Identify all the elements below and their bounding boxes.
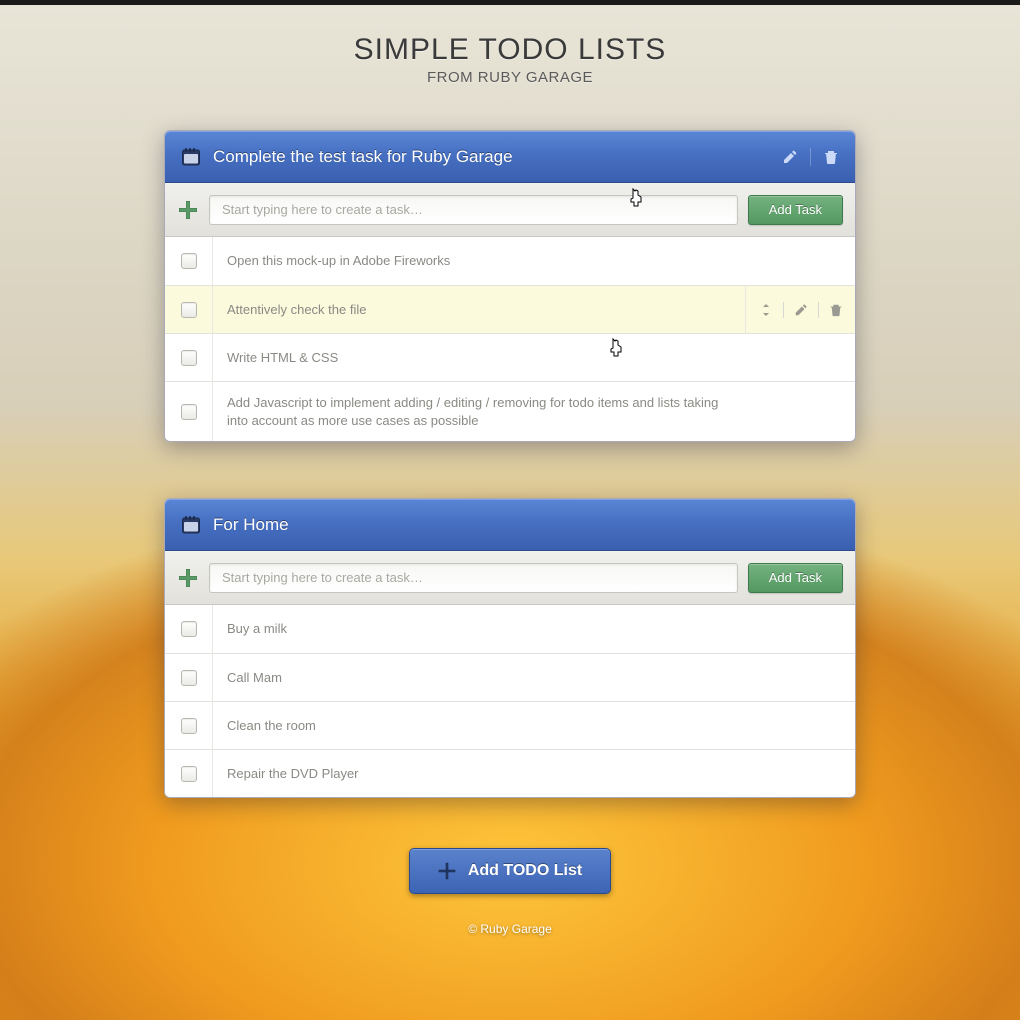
tasks-container: Open this mock-up in Adobe FireworksAtte… [165, 237, 855, 441]
task-row[interactable]: Attentively check the file [165, 285, 855, 333]
task-checkbox[interactable] [181, 350, 197, 366]
add-task-row: Add Task [165, 183, 855, 237]
checkbox-column [165, 334, 213, 381]
new-task-input[interactable] [209, 563, 738, 593]
page: SIMPLE TODO LISTS FROM RUBY GARAGE Compl… [0, 5, 1020, 936]
list-title: For Home [213, 515, 839, 535]
task-checkbox[interactable] [181, 718, 197, 734]
add-task-row: Add Task [165, 551, 855, 605]
checkbox-column [165, 382, 213, 441]
task-text: Call Mam [213, 654, 745, 701]
checkbox-column [165, 286, 213, 333]
todo-list-card: Complete the test task for Ruby Garage Ad… [164, 130, 856, 442]
checkbox-column [165, 237, 213, 285]
task-row[interactable]: Clean the room [165, 701, 855, 749]
add-task-button[interactable]: Add Task [748, 195, 843, 225]
add-todo-list-button[interactable]: Add TODO List [409, 848, 611, 894]
separator [818, 302, 819, 318]
task-row[interactable]: Buy a milk [165, 605, 855, 653]
task-text: Write HTML & CSS [213, 334, 745, 381]
checkbox-column [165, 654, 213, 701]
calendar-icon [181, 515, 201, 535]
task-checkbox[interactable] [181, 404, 197, 420]
task-checkbox[interactable] [181, 253, 197, 269]
page-title: SIMPLE TODO LISTS [0, 33, 1020, 67]
tasks-container: Buy a milkCall MamClean the roomRepair t… [165, 605, 855, 797]
task-actions [745, 286, 855, 333]
task-row[interactable]: Repair the DVD Player [165, 749, 855, 797]
task-checkbox[interactable] [181, 766, 197, 782]
footer-text: © Ruby Garage [0, 922, 1020, 936]
task-row[interactable]: Call Mam [165, 653, 855, 701]
task-text: Open this mock-up in Adobe Fireworks [213, 237, 745, 285]
new-task-input[interactable] [209, 195, 738, 225]
pencil-icon[interactable] [794, 303, 808, 317]
list-header-actions [782, 148, 839, 166]
task-row[interactable]: Open this mock-up in Adobe Fireworks [165, 237, 855, 285]
plus-icon[interactable] [177, 567, 199, 589]
task-row[interactable]: Write HTML & CSS [165, 333, 855, 381]
separator [783, 302, 784, 318]
plus-icon [438, 862, 456, 880]
task-text: Repair the DVD Player [213, 750, 745, 797]
pencil-icon[interactable] [782, 149, 798, 165]
page-subtitle: FROM RUBY GARAGE [0, 69, 1020, 86]
lists-container: Complete the test task for Ruby Garage Ad… [0, 130, 1020, 798]
task-row[interactable]: Add Javascript to implement adding / edi… [165, 381, 855, 441]
calendar-icon [181, 147, 201, 167]
checkbox-column [165, 702, 213, 749]
checkbox-column [165, 605, 213, 653]
add-todo-list-label: Add TODO List [468, 862, 582, 880]
add-task-button[interactable]: Add Task [748, 563, 843, 593]
task-text: Attentively check the file [213, 286, 745, 333]
task-text: Clean the room [213, 702, 745, 749]
task-checkbox[interactable] [181, 670, 197, 686]
list-title: Complete the test task for Ruby Garage [213, 147, 782, 167]
sort-icon[interactable] [759, 303, 773, 317]
task-checkbox[interactable] [181, 621, 197, 637]
task-checkbox[interactable] [181, 302, 197, 318]
trash-icon[interactable] [823, 149, 839, 165]
list-header: For Home [165, 499, 855, 551]
checkbox-column [165, 750, 213, 797]
task-text: Buy a milk [213, 605, 745, 653]
separator [810, 148, 811, 166]
list-header: Complete the test task for Ruby Garage [165, 131, 855, 183]
plus-icon[interactable] [177, 199, 199, 221]
trash-icon[interactable] [829, 303, 843, 317]
task-text: Add Javascript to implement adding / edi… [213, 382, 745, 441]
todo-list-card: For HomeAdd TaskBuy a milkCall MamClean … [164, 498, 856, 798]
